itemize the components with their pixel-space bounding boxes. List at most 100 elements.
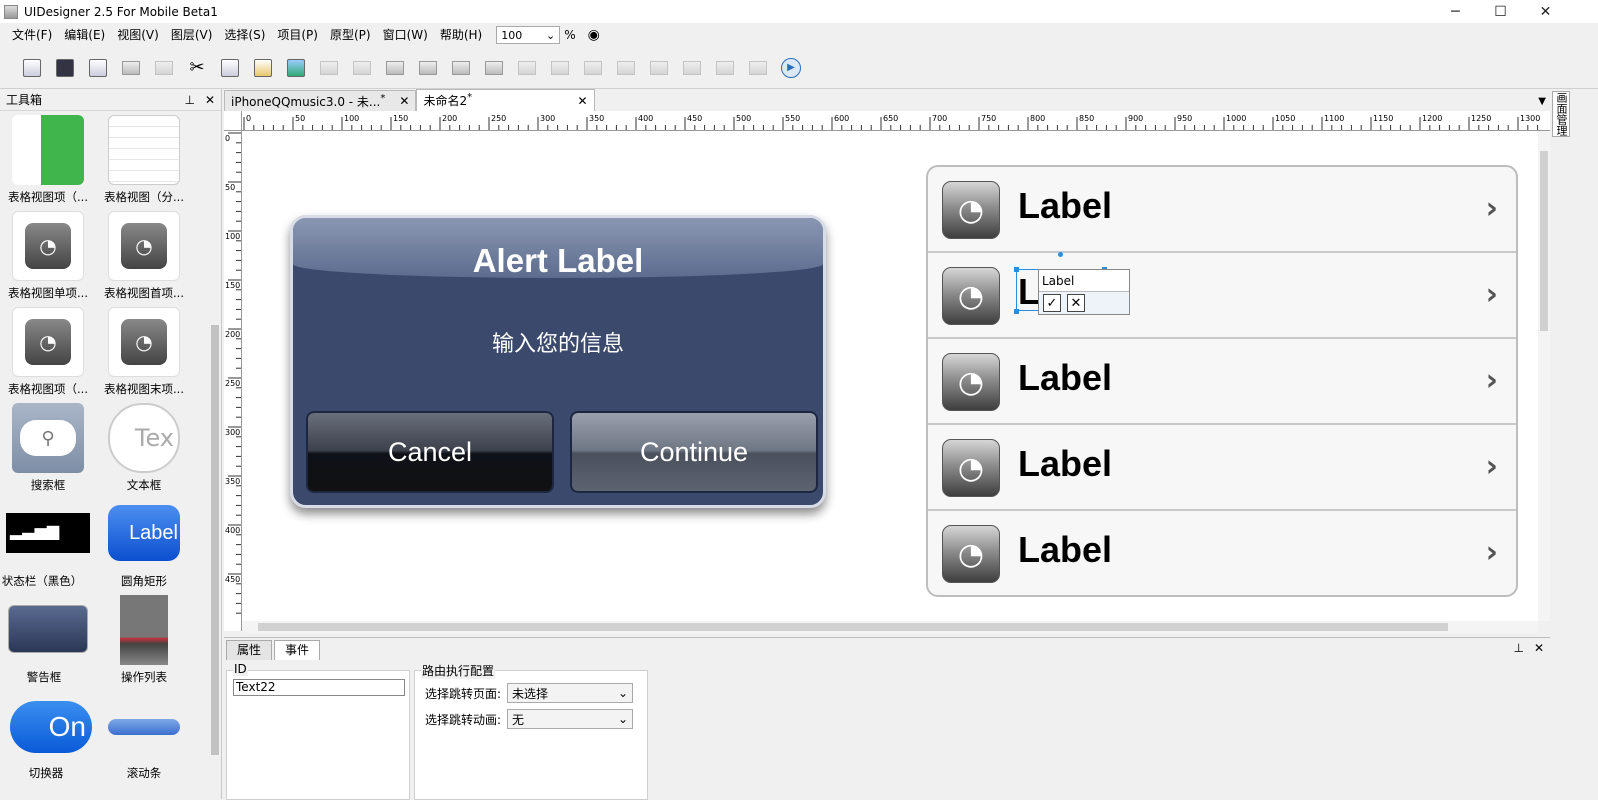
new-file-button[interactable] (20, 56, 44, 80)
alert-view[interactable]: Alert Label 输入您的信息 Cancel Continue (290, 215, 826, 508)
toolbox-item[interactable]: ◔ 表格视图末项... (96, 305, 192, 401)
menu-view[interactable]: 视图(V) (111, 24, 165, 46)
tab-list-chevron-icon[interactable]: ▼ (1538, 96, 1546, 107)
tab-events[interactable]: 事件 (274, 640, 321, 660)
scroll-thumb[interactable] (1540, 151, 1548, 331)
ungroup-button[interactable] (350, 56, 374, 80)
menu-file[interactable]: 文件(F) (6, 24, 58, 46)
toolbox-scrollbar[interactable] (210, 115, 220, 799)
bring-front-button[interactable] (383, 56, 407, 80)
menu-project[interactable]: 项目(P) (271, 24, 324, 46)
rotate-handle[interactable] (1058, 252, 1063, 257)
table-row[interactable]: ◔ Label › (928, 167, 1516, 253)
row-label[interactable]: Label (1018, 185, 1112, 227)
table-row[interactable]: ◔ Label › (928, 511, 1516, 595)
toolbox-item[interactable]: ◔ 表格视图项（... (0, 305, 96, 401)
toolbox-item[interactable]: 警告框 (0, 593, 92, 689)
distribute-h-button[interactable] (713, 56, 737, 80)
toolbox-item[interactable]: 表格视图（分... (96, 113, 192, 209)
align-middle-button[interactable] (647, 56, 671, 80)
row-label[interactable]: Label (1018, 443, 1112, 485)
maximize-icon[interactable]: ☐ (1478, 0, 1523, 23)
row-label[interactable]: Label (1018, 357, 1112, 399)
canvas-horizontal-scrollbar[interactable] (242, 621, 1538, 633)
toolbox-item[interactable]: Tex 文本框 (96, 401, 192, 497)
align-top-button[interactable] (614, 56, 638, 80)
tab-untitled2[interactable]: 未命名2* ✕ (416, 89, 595, 111)
design-canvas[interactable]: Alert Label 输入您的信息 Cancel Continue ◔ Lab… (242, 131, 1538, 621)
send-backward-button[interactable] (449, 56, 473, 80)
alert-cancel-button[interactable]: Cancel (306, 411, 554, 493)
align-center-button[interactable] (548, 56, 572, 80)
menu-window[interactable]: 窗口(W) (377, 24, 434, 46)
toolbox-item-label: 表格视图末项... (104, 382, 184, 396)
paste-button[interactable] (251, 56, 275, 80)
toolbox-item[interactable]: 操作列表 (96, 593, 192, 689)
pin-icon[interactable]: ⊥ (1513, 641, 1523, 655)
toolbox-item[interactable]: ◔ 表格视图首项... (96, 209, 192, 305)
align-right-button[interactable] (581, 56, 605, 80)
scroll-thumb[interactable] (258, 623, 1448, 631)
tab-properties[interactable]: 属性 (226, 640, 273, 660)
preview-eye-icon[interactable]: ◉ (588, 27, 600, 43)
copy-button[interactable] (218, 56, 242, 80)
cut-icon: ✂ (189, 57, 205, 78)
menu-edit[interactable]: 编辑(E) (58, 24, 111, 46)
close-icon[interactable]: ✕ (577, 94, 587, 108)
table-view[interactable]: ◔ Label › ◔ La › ◔ Label › ◔ Label › ◔ L… (926, 165, 1518, 597)
resize-handle[interactable] (1014, 309, 1019, 314)
align-bottom-button[interactable] (680, 56, 704, 80)
menu-prototype[interactable]: 原型(P) (324, 24, 377, 46)
toolbox-item[interactable]: ▂▃▅▆ 状态栏（黑色） (0, 497, 90, 593)
toolbox-item[interactable]: ⚲ 搜索框 (0, 401, 96, 497)
confirm-check-icon[interactable]: ✓ (1043, 294, 1061, 312)
toolbox-item[interactable]: 表格视图项（... (0, 113, 96, 209)
page-select[interactable]: 未选择 ⌄ (507, 683, 634, 703)
screen-manager-tab[interactable]: 画面管理 (1552, 91, 1570, 137)
cut-button[interactable]: ✂ (185, 56, 209, 80)
zoom-select[interactable]: 100 ⌄ (496, 26, 561, 44)
distribute-v-button[interactable] (746, 56, 770, 80)
insert-image-button[interactable] (284, 56, 308, 80)
scroll-thumb[interactable] (211, 325, 219, 755)
toolbox-item[interactable]: Label 圆角矩形 (96, 497, 192, 593)
close-icon[interactable]: ✕ (1523, 0, 1568, 23)
inline-text-editor[interactable]: Label ✓ ✕ (1038, 269, 1130, 315)
group-button[interactable] (317, 56, 341, 80)
id-field[interactable]: Text22 (233, 679, 405, 696)
close-icon[interactable]: ✕ (399, 94, 409, 108)
toolbox-item[interactable]: 滚动条 (96, 689, 192, 785)
align-left-button[interactable] (515, 56, 539, 80)
save-as-button[interactable] (86, 56, 110, 80)
anim-select[interactable]: 无 ⌄ (507, 709, 634, 729)
minimize-icon[interactable]: ─ (1433, 0, 1478, 23)
inline-editor-input[interactable]: Label (1039, 270, 1129, 292)
toolbox-item[interactable]: On 切换器 (0, 689, 94, 785)
bring-forward-button[interactable] (416, 56, 440, 80)
send-back-button[interactable] (482, 56, 506, 80)
undo-button[interactable] (119, 56, 143, 80)
right-dock: 画面管理 (1550, 89, 1598, 799)
alert-message[interactable]: 输入您的信息 (293, 326, 823, 358)
alert-continue-button[interactable]: Continue (570, 411, 818, 493)
tab-iphoneqqmusic[interactable]: iPhoneQQmusic3.0 - 未...* ✕ (224, 90, 417, 111)
window-title: UIDesigner 2.5 For Mobile Beta1 (24, 4, 218, 19)
save-button[interactable] (53, 56, 77, 80)
alert-title[interactable]: Alert Label (293, 242, 823, 280)
close-icon[interactable]: ✕ (205, 93, 215, 107)
play-button[interactable]: ▶ (779, 56, 803, 80)
ruler-tick-label: 250 (491, 114, 506, 123)
canvas-vertical-scrollbar[interactable] (1538, 131, 1550, 621)
menu-layer[interactable]: 图层(V) (165, 24, 219, 46)
menu-help[interactable]: 帮助(H) (434, 24, 488, 46)
pin-icon[interactable]: ⊥ (184, 93, 194, 107)
row-label[interactable]: Label (1018, 529, 1112, 571)
redo-button[interactable] (152, 56, 176, 80)
table-row[interactable]: ◔ Label › (928, 339, 1516, 425)
resize-handle[interactable] (1014, 267, 1019, 272)
close-icon[interactable]: ✕ (1534, 641, 1544, 655)
table-row[interactable]: ◔ Label › (928, 425, 1516, 511)
cancel-x-icon[interactable]: ✕ (1067, 294, 1085, 312)
toolbox-item[interactable]: ◔ 表格视图单项... (0, 209, 96, 305)
menu-select[interactable]: 选择(S) (218, 24, 271, 46)
